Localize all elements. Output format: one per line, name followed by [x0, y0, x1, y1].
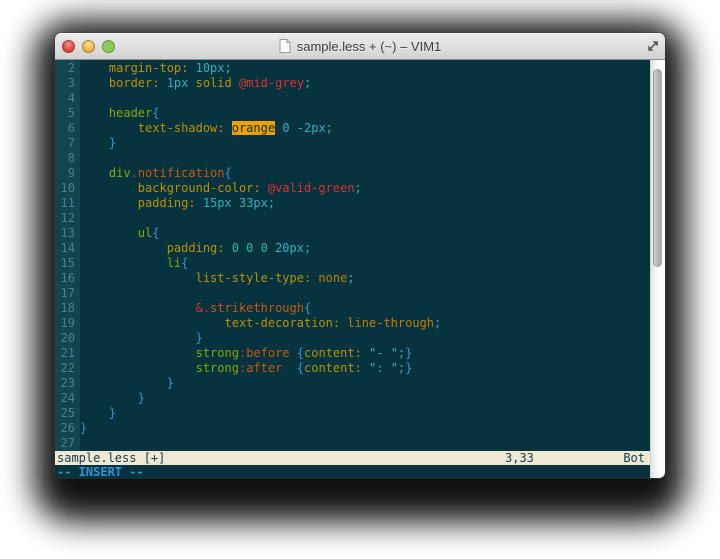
code-text: padding: 15px 33px;: [80, 196, 650, 211]
line-number: 20: [55, 331, 80, 346]
title-bar[interactable]: sample.less + (~) – VIM1: [55, 33, 665, 60]
line-number: 25: [55, 406, 80, 421]
code-line[interactable]: 15 li{: [55, 256, 650, 271]
line-number: 15: [55, 256, 80, 271]
code-line[interactable]: 20 }: [55, 331, 650, 346]
scrollbar-track[interactable]: [650, 60, 665, 478]
fullscreen-arrows-icon: [646, 39, 660, 53]
code-line[interactable]: 24 }: [55, 391, 650, 406]
code-text: [80, 151, 650, 166]
line-number: 5: [55, 106, 80, 121]
code-text: margin-top: 10px;: [80, 61, 650, 76]
code-text: }: [80, 421, 650, 436]
code-line[interactable]: 9 div.notification{: [55, 166, 650, 181]
vim-status-bar: sample.less [+] 3,33 Bot: [55, 451, 650, 465]
code-line[interactable]: 3 border: 1px solid @mid-grey;: [55, 76, 650, 91]
code-line[interactable]: 22 strong:after {content: ": ";}: [55, 361, 650, 376]
code-text: text-decoration: line-through;: [80, 316, 650, 331]
line-number: 23: [55, 376, 80, 391]
line-number: 6: [55, 121, 80, 136]
code-line[interactable]: 13 ul{: [55, 226, 650, 241]
line-number: 27: [55, 436, 80, 451]
code-line[interactable]: 18 &.strikethrough{: [55, 301, 650, 316]
line-number: 14: [55, 241, 80, 256]
line-number: 22: [55, 361, 80, 376]
code-line[interactable]: 25 }: [55, 406, 650, 421]
search-highlight: orange: [232, 121, 275, 135]
code-text: li{: [80, 256, 650, 271]
code-line[interactable]: 17: [55, 286, 650, 301]
code-text: border: 1px solid @mid-grey;: [80, 76, 650, 91]
line-number: 10: [55, 181, 80, 196]
line-number: 21: [55, 346, 80, 361]
code-text: ul{: [80, 226, 650, 241]
code-line[interactable]: 10 background-color: @valid-green;: [55, 181, 650, 196]
code-text: [80, 436, 650, 451]
line-number: 8: [55, 151, 80, 166]
code-text: &.strikethrough{: [80, 301, 650, 316]
line-number: 24: [55, 391, 80, 406]
line-number: 19: [55, 316, 80, 331]
code-line[interactable]: 12: [55, 211, 650, 226]
code-line[interactable]: 4: [55, 91, 650, 106]
title-area: sample.less + (~) – VIM1: [55, 33, 665, 59]
code-text: }: [80, 391, 650, 406]
code-text: list-style-type: none;: [80, 271, 650, 286]
line-number: 4: [55, 91, 80, 106]
scrollbar-thumb[interactable]: [653, 69, 662, 267]
code-text: }: [80, 136, 650, 151]
code-text: [80, 211, 650, 226]
code-text: padding: 0 0 0 20px;: [80, 241, 650, 256]
code-line[interactable]: 21 strong:before {content: "- ";}: [55, 346, 650, 361]
line-number: 3: [55, 76, 80, 91]
line-number: 2: [55, 61, 80, 76]
insert-mode-indicator: -- INSERT --: [57, 465, 144, 478]
code-line[interactable]: 26}: [55, 421, 650, 436]
code-line[interactable]: 19 text-decoration: line-through;: [55, 316, 650, 331]
code-text: div.notification{: [80, 166, 650, 181]
status-scroll-position: Bot: [623, 451, 645, 465]
code-line[interactable]: 23 }: [55, 376, 650, 391]
status-cursor-position: 3,33: [505, 451, 534, 465]
code-text: text-shadow: orange 0 -2px;: [80, 121, 650, 136]
code-line[interactable]: 16 list-style-type: none;: [55, 271, 650, 286]
code-line[interactable]: 8: [55, 151, 650, 166]
code-line[interactable]: 2 margin-top: 10px;: [55, 61, 650, 76]
fullscreen-button[interactable]: [646, 39, 660, 53]
window-content: 2 margin-top: 10px;3 border: 1px solid @…: [55, 60, 665, 478]
code-text: [80, 286, 650, 301]
line-number: 17: [55, 286, 80, 301]
line-number: 16: [55, 271, 80, 286]
line-number: 11: [55, 196, 80, 211]
code-text: }: [80, 406, 650, 421]
window-title: sample.less + (~) – VIM1: [297, 39, 442, 54]
line-number: 9: [55, 166, 80, 181]
line-number: 7: [55, 136, 80, 151]
code-line[interactable]: 27: [55, 436, 650, 451]
code-line[interactable]: 6 text-shadow: orange 0 -2px;: [55, 121, 650, 136]
code-line[interactable]: 7 }: [55, 136, 650, 151]
code-text: strong:after {content: ": ";}: [80, 361, 650, 376]
vim-command-line: -- INSERT --: [55, 465, 650, 478]
line-number: 26: [55, 421, 80, 436]
code-text: header{: [80, 106, 650, 121]
status-file-name: sample.less [+]: [57, 451, 165, 465]
editor-column: 2 margin-top: 10px;3 border: 1px solid @…: [55, 60, 650, 478]
document-icon: [279, 39, 291, 53]
line-number: 13: [55, 226, 80, 241]
vim-window: sample.less + (~) – VIM1 2 margin-top: 1…: [55, 33, 665, 478]
line-number: 12: [55, 211, 80, 226]
code-text: strong:before {content: "- ";}: [80, 346, 650, 361]
code-line[interactable]: 5 header{: [55, 106, 650, 121]
code-line[interactable]: 14 padding: 0 0 0 20px;: [55, 241, 650, 256]
code-text: [80, 91, 650, 106]
code-text: }: [80, 376, 650, 391]
code-text: }: [80, 331, 650, 346]
code-line[interactable]: 11 padding: 15px 33px;: [55, 196, 650, 211]
code-area[interactable]: 2 margin-top: 10px;3 border: 1px solid @…: [55, 60, 650, 451]
line-number: 18: [55, 301, 80, 316]
code-text: background-color: @valid-green;: [80, 181, 650, 196]
